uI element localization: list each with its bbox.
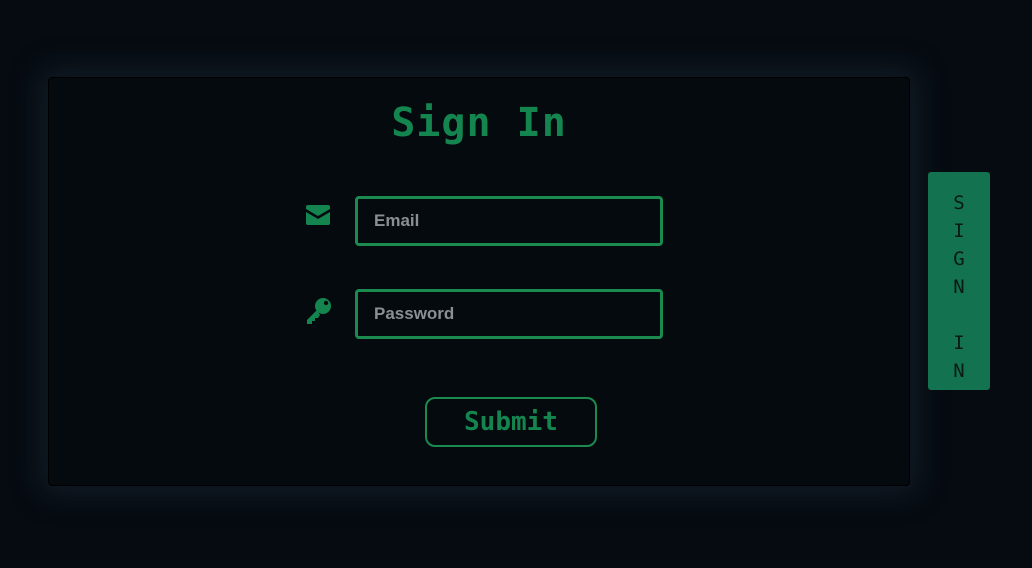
password-field[interactable] [355,289,663,339]
sign-in-tab[interactable]: SIGN IN [928,172,990,390]
email-field[interactable] [355,196,663,246]
key-icon [305,297,333,325]
sign-in-panel: Sign In Submit [48,77,910,486]
page-title: Sign In [391,100,567,146]
email-row [305,196,665,246]
submit-button[interactable]: Submit [425,397,597,447]
envelope-icon [305,204,333,232]
password-row [305,289,665,339]
sign-in-tab-label: SIGN IN [948,192,970,388]
